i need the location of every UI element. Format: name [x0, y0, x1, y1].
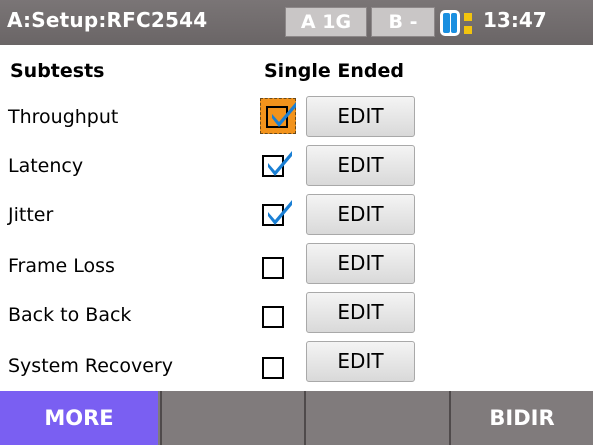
subtest-label: Back to Back	[8, 304, 132, 326]
frame-loss-checkbox[interactable]	[262, 257, 284, 279]
throughput-checkbox[interactable]	[260, 98, 296, 134]
softkey-3[interactable]	[304, 391, 449, 445]
battery-icon	[440, 10, 460, 36]
subtest-label: Throughput	[8, 106, 119, 128]
edit-button-frame-loss[interactable]: EDIT	[306, 243, 415, 284]
softkey-2[interactable]	[160, 391, 302, 445]
port-b-status[interactable]: B -	[371, 7, 435, 37]
subtests-column-header: Subtests	[10, 60, 105, 82]
subtest-label: Frame Loss	[8, 255, 115, 277]
system-recovery-checkbox[interactable]	[262, 357, 284, 379]
back-to-back-checkbox[interactable]	[262, 306, 284, 328]
clock: 13:47	[483, 8, 547, 32]
check-icon	[272, 102, 296, 127]
subtest-label: Latency	[8, 155, 84, 177]
latency-checkbox[interactable]	[262, 151, 292, 177]
edit-button-back-to-back[interactable]: EDIT	[306, 292, 415, 333]
subtest-label: Jitter	[8, 204, 54, 226]
page-title: A:Setup:RFC2544	[7, 8, 208, 32]
port-a-status[interactable]: A 1G	[285, 7, 367, 37]
edit-button-throughput[interactable]: EDIT	[306, 96, 415, 137]
subtest-label: System Recovery	[8, 355, 173, 377]
check-icon	[268, 200, 292, 225]
bidir-softkey[interactable]: BIDIR	[449, 391, 593, 445]
more-softkey[interactable]: MORE	[0, 391, 158, 445]
check-icon	[268, 151, 292, 176]
jitter-checkbox[interactable]	[262, 200, 292, 226]
connector-icon	[464, 13, 472, 21]
edit-button-system-recovery[interactable]: EDIT	[306, 341, 415, 382]
single-ended-column-header: Single Ended	[264, 60, 404, 82]
edit-button-jitter[interactable]: EDIT	[306, 194, 415, 235]
edit-button-latency[interactable]: EDIT	[306, 145, 415, 186]
connector-icon	[464, 26, 472, 34]
